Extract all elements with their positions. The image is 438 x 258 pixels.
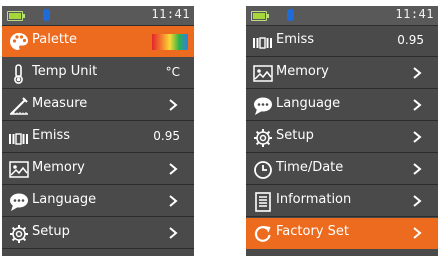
menu-label: Language	[32, 192, 97, 207]
menu-label: Emiss	[32, 128, 71, 143]
clock-time: 11:41	[151, 7, 190, 21]
gear-icon	[252, 127, 274, 149]
measure-icon	[8, 95, 30, 117]
menu-item-information[interactable]: Information	[246, 186, 438, 217]
menu-item-temp-unit[interactable]: Temp Unit °C	[2, 58, 194, 89]
status-bar: 11:41	[246, 6, 438, 26]
menu-item-memory[interactable]: Memory	[2, 154, 194, 185]
document-icon	[252, 191, 274, 213]
battery-icon	[7, 11, 25, 21]
speech-bubble-icon	[8, 191, 30, 213]
chevron-right-icon	[410, 194, 424, 208]
menu-item-palette[interactable]: Palette	[2, 26, 194, 57]
left-device-screen: 11:41 Palette Temp Unit °C Measure Emiss…	[2, 6, 194, 256]
chevron-right-icon	[166, 226, 180, 240]
chevron-right-icon	[410, 162, 424, 176]
temp-unit-value: °C	[165, 65, 180, 79]
menu-label: Memory	[32, 160, 85, 175]
chevron-right-icon	[410, 130, 424, 144]
menu-item-emiss[interactable]: Emiss 0.95	[246, 26, 438, 57]
menu-item-memory[interactable]: Memory	[246, 58, 438, 89]
menu-item-time-date[interactable]: Time/Date	[246, 154, 438, 185]
palette-icon	[8, 31, 30, 53]
chevron-right-icon	[166, 98, 180, 112]
chevron-right-icon	[166, 194, 180, 208]
menu-label: Measure	[32, 96, 88, 111]
gear-icon	[8, 223, 30, 245]
menu-item-language[interactable]: Language	[2, 186, 194, 217]
menu-label: Setup	[32, 224, 70, 239]
image-icon	[252, 63, 274, 85]
menu-label: Information	[276, 192, 352, 207]
emissivity-value: 0.95	[153, 129, 180, 143]
emissivity-value: 0.95	[397, 33, 424, 47]
chevron-right-icon	[410, 98, 424, 112]
thermometer-icon	[8, 63, 30, 85]
reset-icon	[252, 223, 274, 245]
menu-label: Emiss	[276, 32, 315, 47]
chevron-right-icon	[410, 226, 424, 240]
menu-label: Factory Set	[276, 224, 349, 239]
chevron-right-icon	[410, 66, 424, 80]
right-device-screen: 11:41 Emiss 0.95 Memory Language Setup T…	[246, 6, 438, 256]
emissivity-icon	[8, 127, 30, 149]
menu-item-language[interactable]: Language	[246, 90, 438, 121]
image-icon	[8, 159, 30, 181]
menu-item-setup[interactable]: Setup	[2, 218, 194, 249]
menu-label: Time/Date	[276, 160, 344, 175]
clock-icon	[252, 159, 274, 181]
chevron-right-icon	[166, 162, 180, 176]
menu-item-factory-set[interactable]: Factory Set	[246, 218, 438, 249]
menu-label: Language	[276, 96, 341, 111]
menu-item-setup[interactable]: Setup	[246, 122, 438, 153]
clock-time: 11:41	[395, 7, 434, 21]
menu-label: Palette	[32, 32, 78, 47]
bluetooth-icon	[287, 9, 294, 21]
battery-icon	[251, 11, 269, 21]
menu-label: Memory	[276, 64, 329, 79]
bluetooth-icon	[43, 9, 50, 21]
menu-item-measure[interactable]: Measure	[2, 90, 194, 121]
menu-label: Temp Unit	[32, 64, 98, 79]
status-bar: 11:41	[2, 6, 194, 26]
palette-preview	[152, 34, 188, 50]
menu-label: Setup	[276, 128, 314, 143]
speech-bubble-icon	[252, 95, 274, 117]
menu-item-emiss[interactable]: Emiss 0.95	[2, 122, 194, 153]
emissivity-icon	[252, 31, 274, 53]
